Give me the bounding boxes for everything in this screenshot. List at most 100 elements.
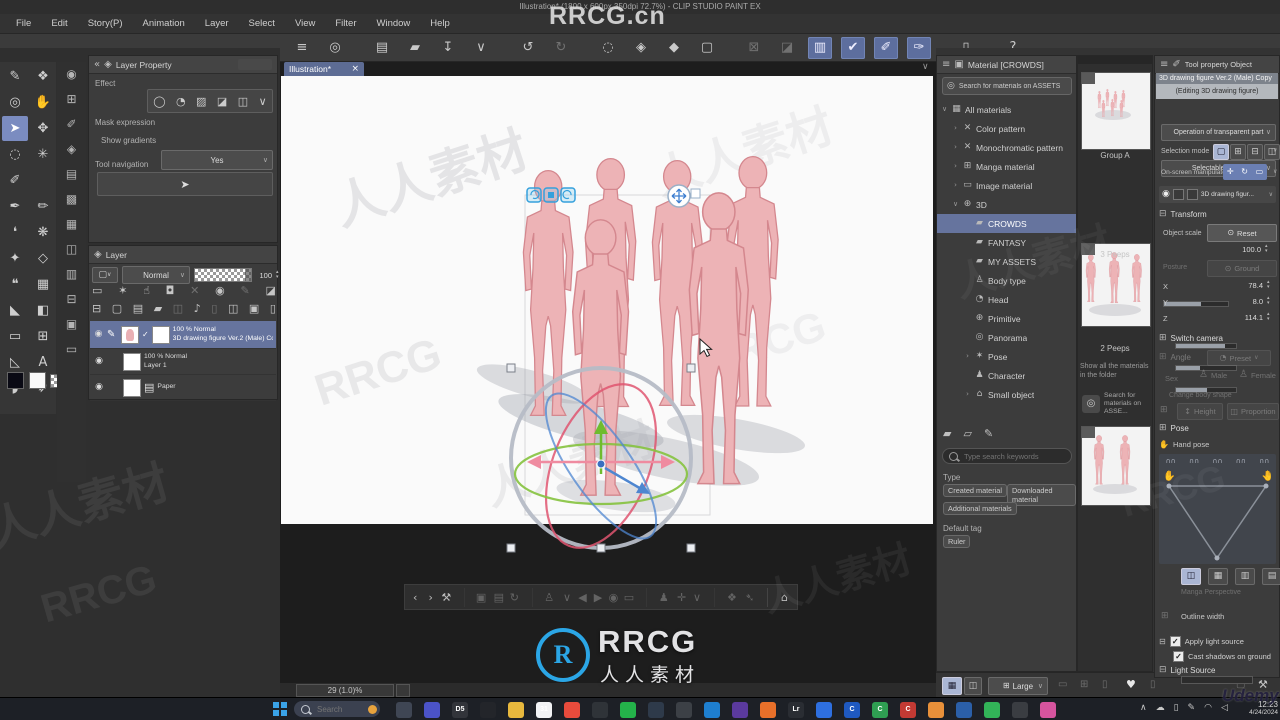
object-scale-value[interactable]: 100.0 xyxy=(1231,245,1261,254)
close-icon[interactable]: × xyxy=(351,64,359,74)
open-file-icon[interactable]: ▰ xyxy=(403,37,427,59)
mask-apply-icon[interactable]: ▣ xyxy=(249,303,259,314)
palette-color-icon[interactable]: ▭ xyxy=(92,285,102,296)
launcher-tpose-icon[interactable]: ✛ xyxy=(675,588,688,607)
visibility-icon[interactable]: ◉ xyxy=(1162,190,1170,199)
tree-item-3d[interactable]: ∨ ⊕ 3D xyxy=(937,195,1076,214)
save-more-icon[interactable]: ∨ xyxy=(469,37,493,59)
launcher-exit-icon[interactable]: ⌂ xyxy=(766,587,793,607)
grid-view-button[interactable]: ▦ xyxy=(942,677,962,695)
blend-mode-select[interactable]: Normal ∨ xyxy=(122,266,190,284)
opacity-slider[interactable] xyxy=(194,268,252,282)
palette-dropdown[interactable]: ▢ ∨ xyxy=(92,267,118,283)
hand-preset-3[interactable]: ▥ xyxy=(1235,568,1255,585)
layer-color-icon[interactable]: ◪ xyxy=(266,285,276,296)
enable-mask-icon[interactable]: ◉ xyxy=(215,285,225,296)
save-icon[interactable]: ↧ xyxy=(436,37,460,59)
effect-halftone-icon[interactable]: ▨ xyxy=(196,96,206,107)
height-button[interactable]: ↕ Height xyxy=(1177,403,1223,420)
material-search-box[interactable] xyxy=(942,448,1072,464)
tool-hand[interactable]: ✋ xyxy=(30,90,56,115)
edit-material-icon[interactable]: ✎ xyxy=(984,428,993,439)
taskbar-app[interactable] xyxy=(760,701,776,718)
panel-pattern-icon[interactable]: ▩ xyxy=(66,193,77,205)
tray-battery-icon[interactable]: ▯ xyxy=(1174,704,1179,713)
search-assets-row[interactable]: ◎ Search for materials on ASSE... xyxy=(1082,392,1150,416)
perspective-slider[interactable] xyxy=(1181,676,1253,684)
ground-button[interactable]: ⊙ Ground xyxy=(1207,260,1277,277)
taskbar-app-calendar[interactable]: 31 xyxy=(536,701,552,718)
tree-item-body-type[interactable]: ♙ Body type xyxy=(937,271,1076,290)
tag-additional-materials[interactable]: Additional materials xyxy=(943,502,1017,515)
layer-thumbnail[interactable] xyxy=(123,352,141,371)
canvas-area-chevron-icon[interactable]: ∨ xyxy=(922,63,929,72)
select-single-icon[interactable]: ▢ xyxy=(1213,144,1229,160)
clip-below-icon[interactable]: ♪ xyxy=(194,303,201,314)
hamburger-icon[interactable]: ≡ xyxy=(1160,59,1168,70)
hand-preset-4[interactable]: ▤ xyxy=(1262,568,1280,585)
hand-preset-2[interactable]: ▦ xyxy=(1208,568,1228,585)
tree-item-pose[interactable]: › ✶ Pose xyxy=(937,347,1076,366)
taskbar-app[interactable]: C xyxy=(872,701,888,718)
wrench-icon[interactable]: ⚒ xyxy=(1258,679,1268,690)
menu-item[interactable]: Help xyxy=(420,18,460,29)
tool-eraser[interactable]: ◇ xyxy=(30,246,56,271)
snap-ruler-icon[interactable]: ✔ xyxy=(841,36,865,59)
launcher-ik-icon[interactable]: ➴ xyxy=(743,588,756,607)
panel-action-icon[interactable]: ▣ xyxy=(66,318,77,330)
deselect-icon[interactable]: ⊠ xyxy=(742,37,766,59)
launcher-next-pose-icon[interactable]: ▶ xyxy=(592,588,605,607)
chevron-down-icon[interactable]: ∨ xyxy=(1273,169,1277,175)
select-multi-icon[interactable]: ◫ xyxy=(1264,144,1280,160)
fill-icon[interactable]: ◆ xyxy=(662,37,686,59)
canvas[interactable] xyxy=(281,76,933,524)
duplicate-material-icon[interactable]: ⊞ xyxy=(1080,680,1088,690)
taskbar-search-input[interactable] xyxy=(315,703,363,715)
launcher-camera2-icon[interactable]: ▤ xyxy=(493,588,506,607)
delete-layer-icon[interactable]: ▯ xyxy=(270,303,276,314)
new-vector-layer-icon[interactable]: ▢ xyxy=(112,303,122,314)
new-raster-layer-icon[interactable]: ⊟ xyxy=(92,303,101,314)
combine-icon[interactable]: ✶ xyxy=(118,285,127,296)
tool-move[interactable]: ✥ xyxy=(30,116,56,141)
tree-item-my-assets[interactable]: ▰ MY ASSETS xyxy=(937,252,1076,271)
tree-item-fantasy[interactable]: ▰ FANTASY xyxy=(937,233,1076,252)
taskbar-app[interactable] xyxy=(1040,701,1056,718)
taskbar-search[interactable] xyxy=(294,701,380,717)
tray-onedrive-icon[interactable]: ☁ xyxy=(1156,704,1165,713)
reset-scale-button[interactable]: ⊙ Reset xyxy=(1207,224,1277,242)
material-tab-label[interactable]: Material [CROWDS] xyxy=(968,60,1044,70)
layer-row[interactable]: ◉ 100 % Normal Layer 1 xyxy=(90,349,276,375)
taskbar-app-d5[interactable]: D5 xyxy=(452,701,468,718)
taskbar-app[interactable] xyxy=(1012,701,1028,718)
taskbar-clock[interactable]: 12:23 4/24/2024 xyxy=(1242,700,1278,716)
tree-item-image-material[interactable]: › ▭ Image material xyxy=(937,176,1076,195)
hand-pose-triangle[interactable] xyxy=(1165,482,1270,562)
tool-pattern[interactable]: ▦ xyxy=(30,272,56,297)
cast-shadows-checkbox[interactable]: ✓ xyxy=(1173,651,1184,662)
panel-subview-icon[interactable]: ⊞ xyxy=(66,93,76,105)
launcher-prev-pose-icon[interactable]: ◀ xyxy=(576,588,589,607)
tool-zoom[interactable]: ◎ xyxy=(2,90,28,115)
finger-curl-icon[interactable]: ∩∩ xyxy=(1212,458,1222,465)
hand-pose-area[interactable]: ∩∩ ∩∩ ∩∩ ∩∩ ∩∩ ✋ ✋ xyxy=(1159,454,1276,564)
tray-pen-icon[interactable]: ✎ xyxy=(1188,704,1196,713)
launcher-wrench-icon[interactable]: ⚒ xyxy=(440,588,453,607)
menu-item[interactable]: Layer xyxy=(195,18,239,29)
new-folder-icon[interactable]: ▰ xyxy=(943,428,951,439)
tool-op-top[interactable]: ❖ xyxy=(30,64,56,89)
body-shape-icon[interactable]: ⊞ xyxy=(1160,406,1168,415)
tree-item-character[interactable]: ♟ Character xyxy=(937,366,1076,385)
transfer-icon[interactable]: ◫ xyxy=(173,303,183,314)
visibility-icon[interactable]: ◉ xyxy=(93,330,104,339)
taskbar-app[interactable] xyxy=(676,701,692,718)
snap-grid-icon[interactable]: ✑ xyxy=(907,36,931,59)
tree-item-primitive[interactable]: ⊕ Primitive xyxy=(937,309,1076,328)
collapse-icon[interactable]: « xyxy=(94,59,100,70)
apply-light-checkbox[interactable]: ✓ xyxy=(1169,636,1181,647)
tool-wand[interactable]: ✳ xyxy=(30,142,56,167)
selection-launcher-icon[interactable]: ▥ xyxy=(808,36,832,59)
tree-expand-icon[interactable]: › xyxy=(964,391,971,398)
transform-icon[interactable]: ◈ xyxy=(629,37,653,59)
launcher-pose-icon[interactable]: ♙ xyxy=(531,587,558,607)
